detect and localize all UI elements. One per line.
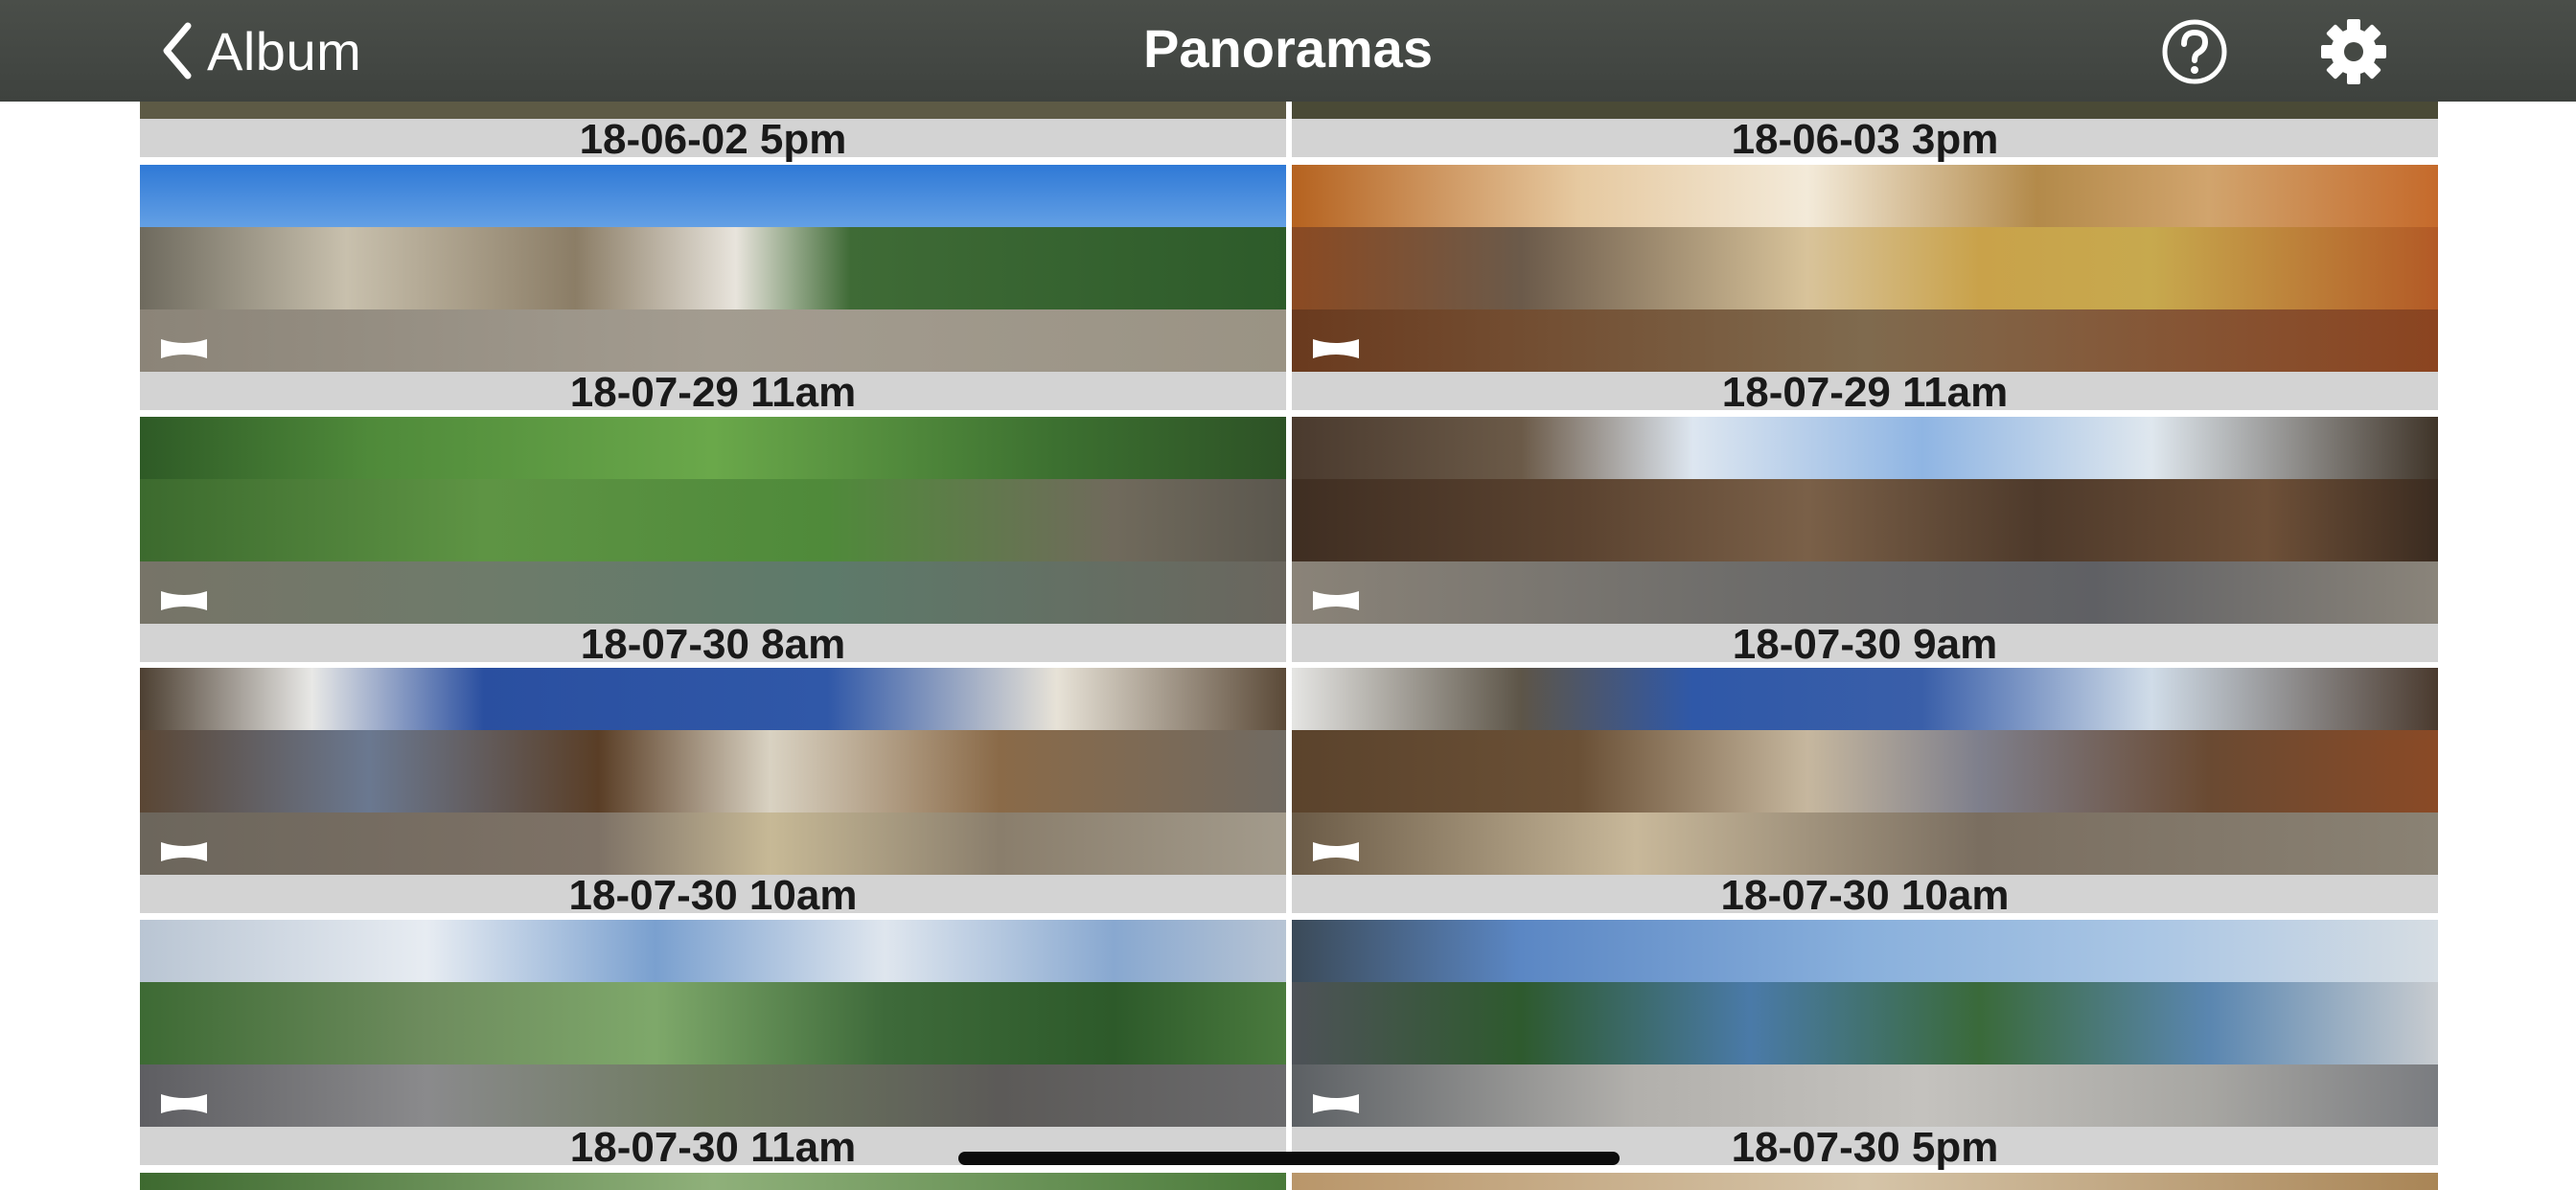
panorama-date-label: 18-07-30 10am (140, 875, 1286, 917)
help-button[interactable] (2160, 17, 2229, 86)
panorama-thumbnail[interactable] (140, 668, 1286, 875)
navigation-bar: Album Panoramas (0, 0, 2576, 102)
panorama-badge-icon (161, 591, 207, 610)
panorama-date-label: 18-07-29 11am (1292, 372, 2438, 414)
panorama-badge-icon (161, 339, 207, 358)
question-circle-icon (2162, 19, 2227, 84)
panorama-date-label: 18-07-30 8am (140, 624, 1286, 666)
panorama-thumbnail[interactable] (1292, 417, 2438, 624)
panorama-thumbnail[interactable] (1292, 165, 2438, 372)
page-title: Panoramas (1143, 18, 1433, 79)
panorama-badge-icon (161, 1094, 207, 1113)
panorama-date-label: 18-07-29 11am (140, 372, 1286, 414)
home-indicator[interactable] (958, 1152, 1620, 1165)
settings-button[interactable] (2319, 17, 2388, 86)
panorama-badge-icon (1313, 842, 1359, 861)
panorama-thumbnail[interactable] (140, 417, 1286, 624)
panorama-thumbnail[interactable] (140, 920, 1286, 1127)
panorama-date-label: 18-06-03 3pm (1292, 119, 2438, 161)
gear-icon (2321, 19, 2386, 84)
panorama-grid: 18-06-02 5pm 18-06-03 3pm 18-07-29 11am … (0, 0, 2576, 1190)
panorama-thumbnail[interactable] (1292, 1173, 2438, 1190)
back-button[interactable]: Album (161, 13, 361, 88)
back-button-label: Album (207, 20, 362, 81)
panorama-badge-icon (1313, 339, 1359, 358)
panorama-badge-icon (1313, 591, 1359, 610)
chevron-left-icon (163, 22, 192, 80)
panorama-thumbnail[interactable] (140, 165, 1286, 372)
panorama-thumbnail[interactable] (1292, 920, 2438, 1127)
panorama-date-label: 18-06-02 5pm (140, 119, 1286, 161)
panorama-badge-icon (161, 842, 207, 861)
panorama-thumbnail[interactable] (140, 1173, 1286, 1190)
panorama-thumbnail[interactable] (1292, 668, 2438, 875)
panorama-badge-icon (1313, 1094, 1359, 1113)
panorama-date-label: 18-07-30 10am (1292, 875, 2438, 917)
panorama-date-label: 18-07-30 9am (1292, 624, 2438, 666)
panoramas-screen: 18-06-02 5pm 18-06-03 3pm 18-07-29 11am … (0, 0, 2576, 1190)
